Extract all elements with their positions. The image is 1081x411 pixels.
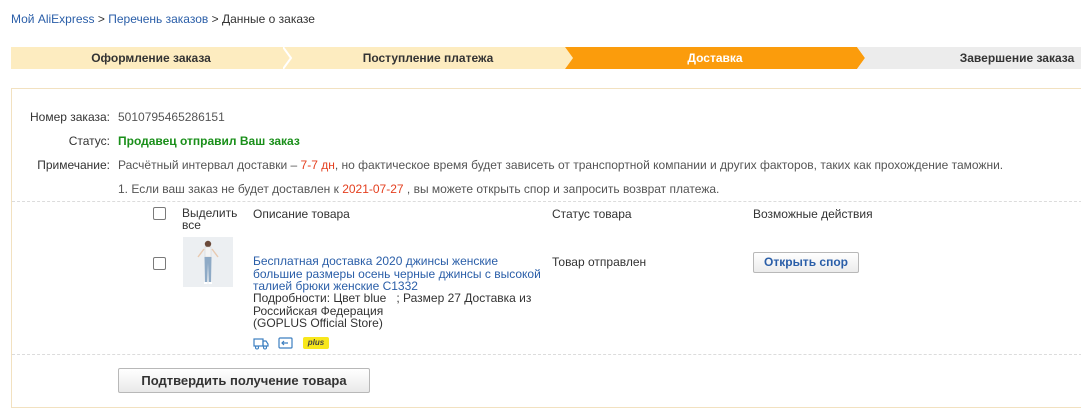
dispute-prefix: 1. Если ваш заказ не будет доставлен к: [118, 182, 339, 196]
truck-icon[interactable]: [253, 336, 269, 353]
dispute-suffix: , вы можете открыть спор и запросить воз…: [406, 182, 720, 196]
step-completed: Завершение заказа: [857, 47, 1081, 69]
header-description: Описание товара: [253, 207, 350, 221]
order-details-panel: Номер заказа: 5010795465286151 Статус: П…: [11, 88, 1081, 408]
order-progress: Оформление заказа Поступление платежа До…: [11, 47, 1081, 69]
confirm-receipt-button[interactable]: Подтвердить получение товара: [118, 368, 370, 393]
breadcrumb-separator: >: [97, 12, 105, 26]
step-label: Доставка: [687, 51, 743, 65]
breadcrumb: Мой AliExpress > Перечень заказов > Данн…: [11, 12, 315, 26]
breadcrumb-separator: >: [211, 12, 219, 26]
select-all-checkbox[interactable]: [153, 207, 166, 220]
note-suffix: , но фактическое время будет зависеть от…: [334, 158, 1004, 172]
dispute-date: 2021-07-27: [342, 182, 404, 196]
step-label: Поступление платежа: [362, 51, 494, 65]
step-label: Оформление заказа: [91, 51, 211, 65]
dispute-note: 1. Если ваш заказ не будет доставлен к 2…: [118, 182, 918, 196]
divider: [12, 354, 1081, 355]
step-payment-received: Поступление платежа: [283, 47, 573, 69]
order-number: 5010795465286151: [118, 110, 225, 124]
step-label: Завершение заказа: [959, 51, 1075, 65]
product-details-line: Подробности: Цвет blue ; Размер 27 Доста…: [253, 291, 532, 305]
order-note: Расчётный интервал доставки – 7-7 дн, но…: [118, 158, 1003, 172]
header-actions: Возможные действия: [753, 207, 873, 221]
divider: [12, 201, 1081, 202]
header-select-all: Выделить все: [182, 206, 238, 232]
product-image[interactable]: [183, 237, 233, 287]
step-order-placed: Оформление заказа: [11, 47, 291, 69]
return-icon[interactable]: [278, 336, 293, 353]
breadcrumb-current: Данные о заказе: [221, 12, 315, 26]
item-status: Товар отправлен: [552, 255, 647, 269]
breadcrumb-my-aliexpress[interactable]: Мой AliExpress: [11, 12, 95, 26]
order-number-label: Номер заказа:: [29, 110, 110, 124]
store-name: (GOPLUS Official Store): [253, 316, 383, 330]
header-status: Статус товара: [552, 207, 632, 221]
plus-badge[interactable]: plus: [303, 337, 329, 349]
open-dispute-button[interactable]: Открыть спор: [753, 252, 859, 273]
breadcrumb-order-list[interactable]: Перечень заказов: [108, 12, 208, 26]
item-checkbox[interactable]: [153, 257, 166, 270]
note-prefix: Расчётный интервал доставки –: [118, 158, 298, 172]
order-note-label: Примечание:: [37, 158, 110, 172]
order-status-label: Статус:: [68, 134, 110, 148]
product-details: Подробности: Цвет blue ; Размер 27 Доста…: [253, 292, 548, 330]
step-delivery: Доставка: [565, 47, 865, 69]
delivery-interval: 7-7 дн: [300, 158, 335, 172]
order-status: Продавец отправил Ваш заказ: [118, 134, 300, 148]
product-title-link[interactable]: Бесплатная доставка 2020 джинсы женские …: [253, 255, 548, 293]
